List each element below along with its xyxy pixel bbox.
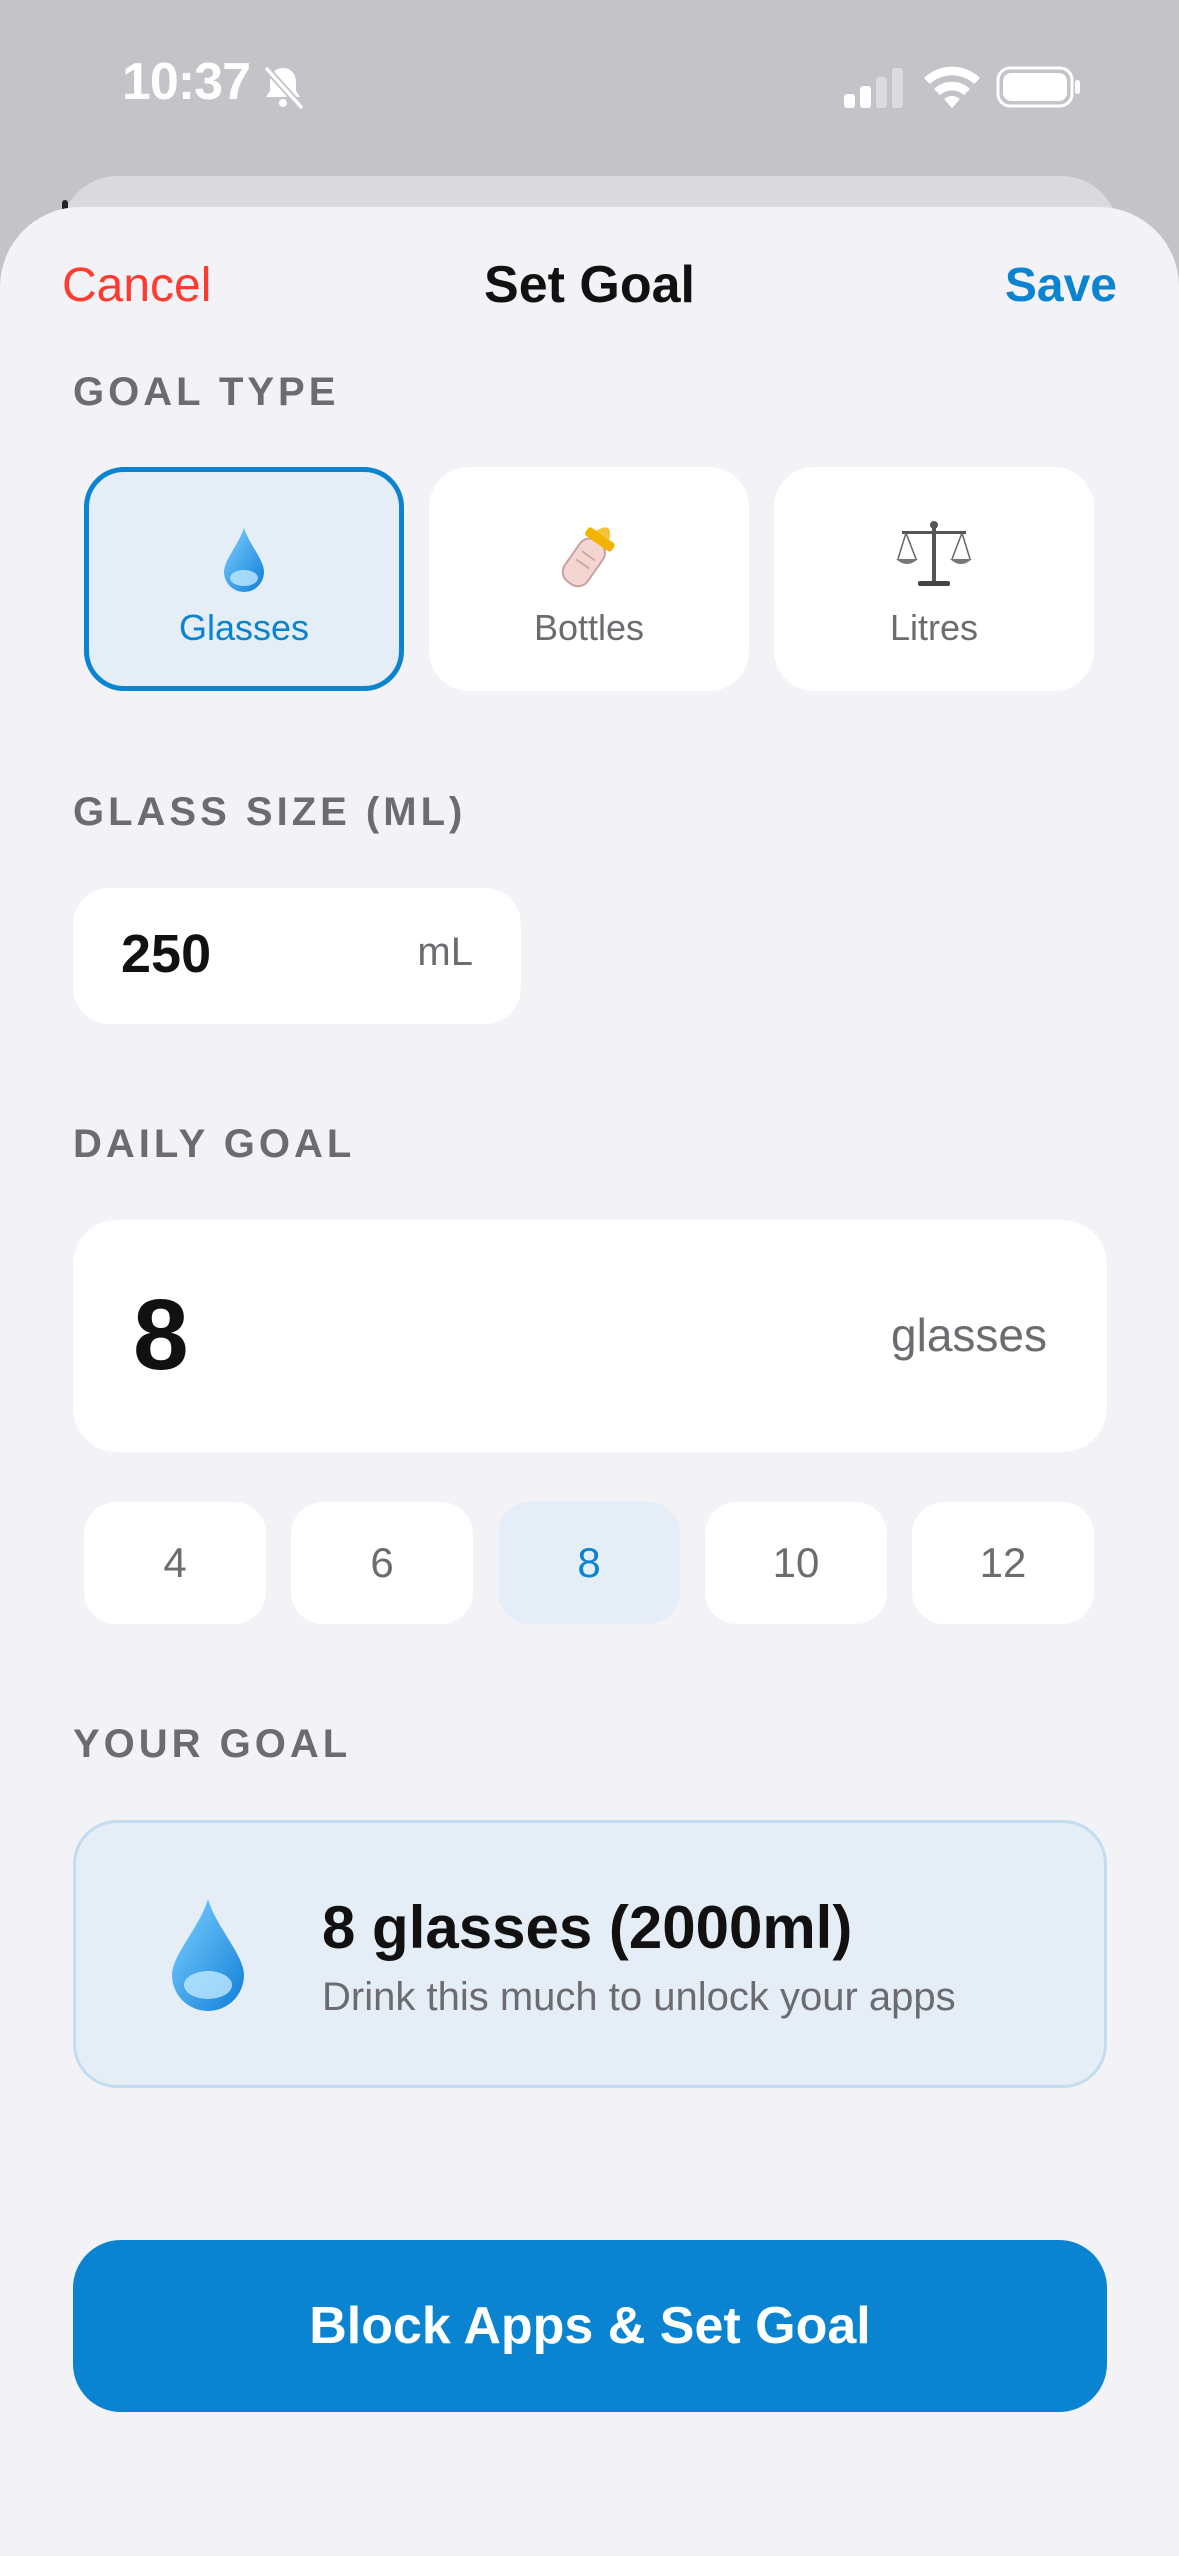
cellular-signal-icon — [844, 68, 903, 108]
goal-summary-card: 8 glasses (2000ml) Drink this much to un… — [73, 1820, 1107, 2088]
glass-size-value: 250 — [121, 924, 212, 984]
goal-type-bottles[interactable]: Bottles — [429, 467, 749, 691]
goal-type-litres[interactable]: Litres — [774, 467, 1094, 691]
preset-chip-8[interactable]: 8 — [498, 1502, 680, 1624]
goal-type-section-label: GOAL TYPE — [73, 370, 340, 414]
your-goal-section-label: YOUR GOAL — [73, 1722, 352, 1766]
goal-type-litres-label: Litres — [889, 607, 979, 648]
preset-chip-6[interactable]: 6 — [291, 1502, 473, 1624]
status-bar: 10:37 — [0, 0, 1179, 175]
water-drop-icon — [172, 1899, 244, 2011]
preset-chip-12[interactable]: 12 — [912, 1502, 1094, 1624]
preset-chip-10[interactable]: 10 — [705, 1502, 887, 1624]
daily-goal-value: 8 — [133, 1279, 189, 1391]
bell-slash-icon — [263, 65, 305, 111]
daily-goal-input[interactable]: 8 glasses — [73, 1220, 1107, 1452]
battery-icon — [996, 66, 1080, 108]
save-button[interactable]: Save — [1005, 258, 1117, 313]
goal-type-glasses-label: Glasses — [178, 607, 310, 648]
balance-scale-icon — [896, 521, 972, 586]
wifi-icon — [924, 66, 980, 108]
daily-goal-unit: glasses — [891, 1309, 1047, 1361]
goal-summary-title: 8 glasses (2000ml) — [322, 1894, 853, 1961]
water-drop-icon — [224, 528, 264, 592]
glass-size-section-label: GLASS SIZE (ML) — [73, 790, 467, 834]
block-apps-set-goal-button[interactable]: Block Apps & Set Goal — [73, 2240, 1107, 2412]
status-time: 10:37 — [122, 53, 251, 111]
goal-type-bottles-label: Bottles — [533, 607, 645, 648]
preset-chip-4[interactable]: 4 — [84, 1502, 266, 1624]
baby-bottle-icon — [561, 527, 615, 588]
page-title: Set Goal — [484, 256, 695, 314]
goal-summary-subtitle: Drink this much to unlock your apps — [322, 1975, 956, 2019]
goal-type-glasses[interactable]: Glasses — [84, 467, 404, 691]
glass-size-unit: mL — [417, 930, 473, 974]
glass-size-input[interactable]: 250 mL — [73, 888, 521, 1024]
daily-goal-section-label: DAILY GOAL — [73, 1122, 356, 1166]
